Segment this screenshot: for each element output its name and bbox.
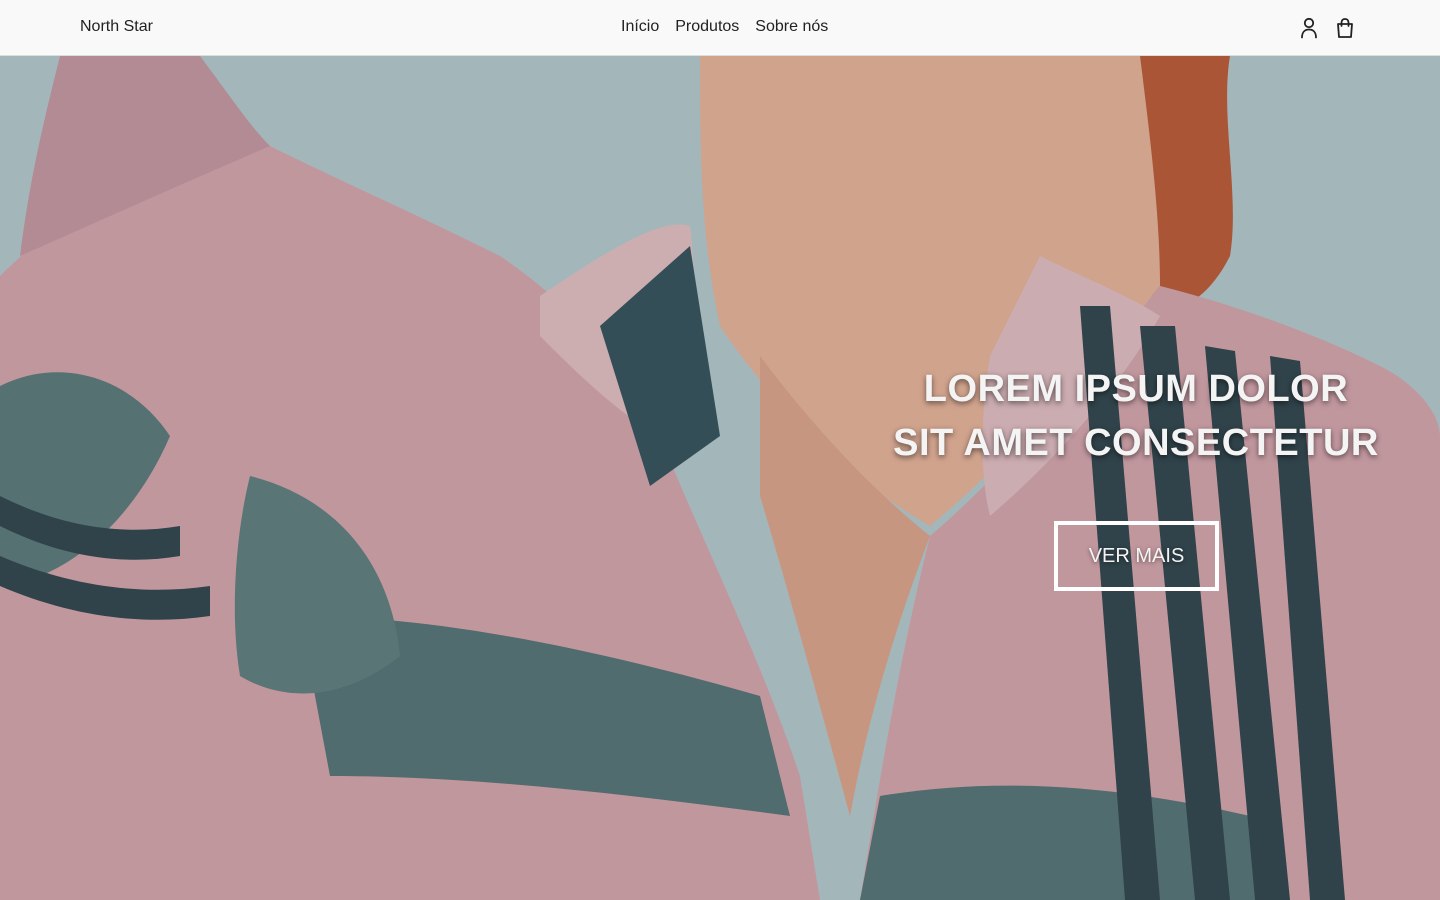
nav-link-produtos[interactable]: Produtos <box>675 18 739 35</box>
shopping-bag-icon[interactable] <box>1334 16 1356 40</box>
nav-icons <box>1298 16 1356 40</box>
brand-logo-link[interactable]: North Star <box>80 18 153 36</box>
nav-link-inicio[interactable]: Início <box>621 18 659 35</box>
nav-item-sobre: Sobre nós <box>755 18 828 36</box>
top-navbar: North Star Início Produtos Sobre nós <box>0 0 1440 56</box>
nav-link-sobre-nos[interactable]: Sobre nós <box>755 18 828 35</box>
nav-item-produtos: Produtos <box>675 18 739 36</box>
hero-background-image <box>0 56 1440 900</box>
hero-section: LOREM IPSUM DOLOR SIT AMET CONSECTETUR V… <box>0 56 1440 900</box>
ver-mais-button[interactable]: VER MAIS <box>1054 521 1219 591</box>
nav-item-inicio: Início <box>621 18 659 36</box>
user-icon[interactable] <box>1298 16 1320 40</box>
hero-title: LOREM IPSUM DOLOR SIT AMET CONSECTETUR <box>880 362 1392 470</box>
main-nav: Início Produtos Sobre nós <box>621 18 828 36</box>
hero-title-line-1: LOREM IPSUM DOLOR <box>923 368 1349 410</box>
hero-title-line-2: SIT AMET CONSECTETUR <box>893 422 1379 464</box>
